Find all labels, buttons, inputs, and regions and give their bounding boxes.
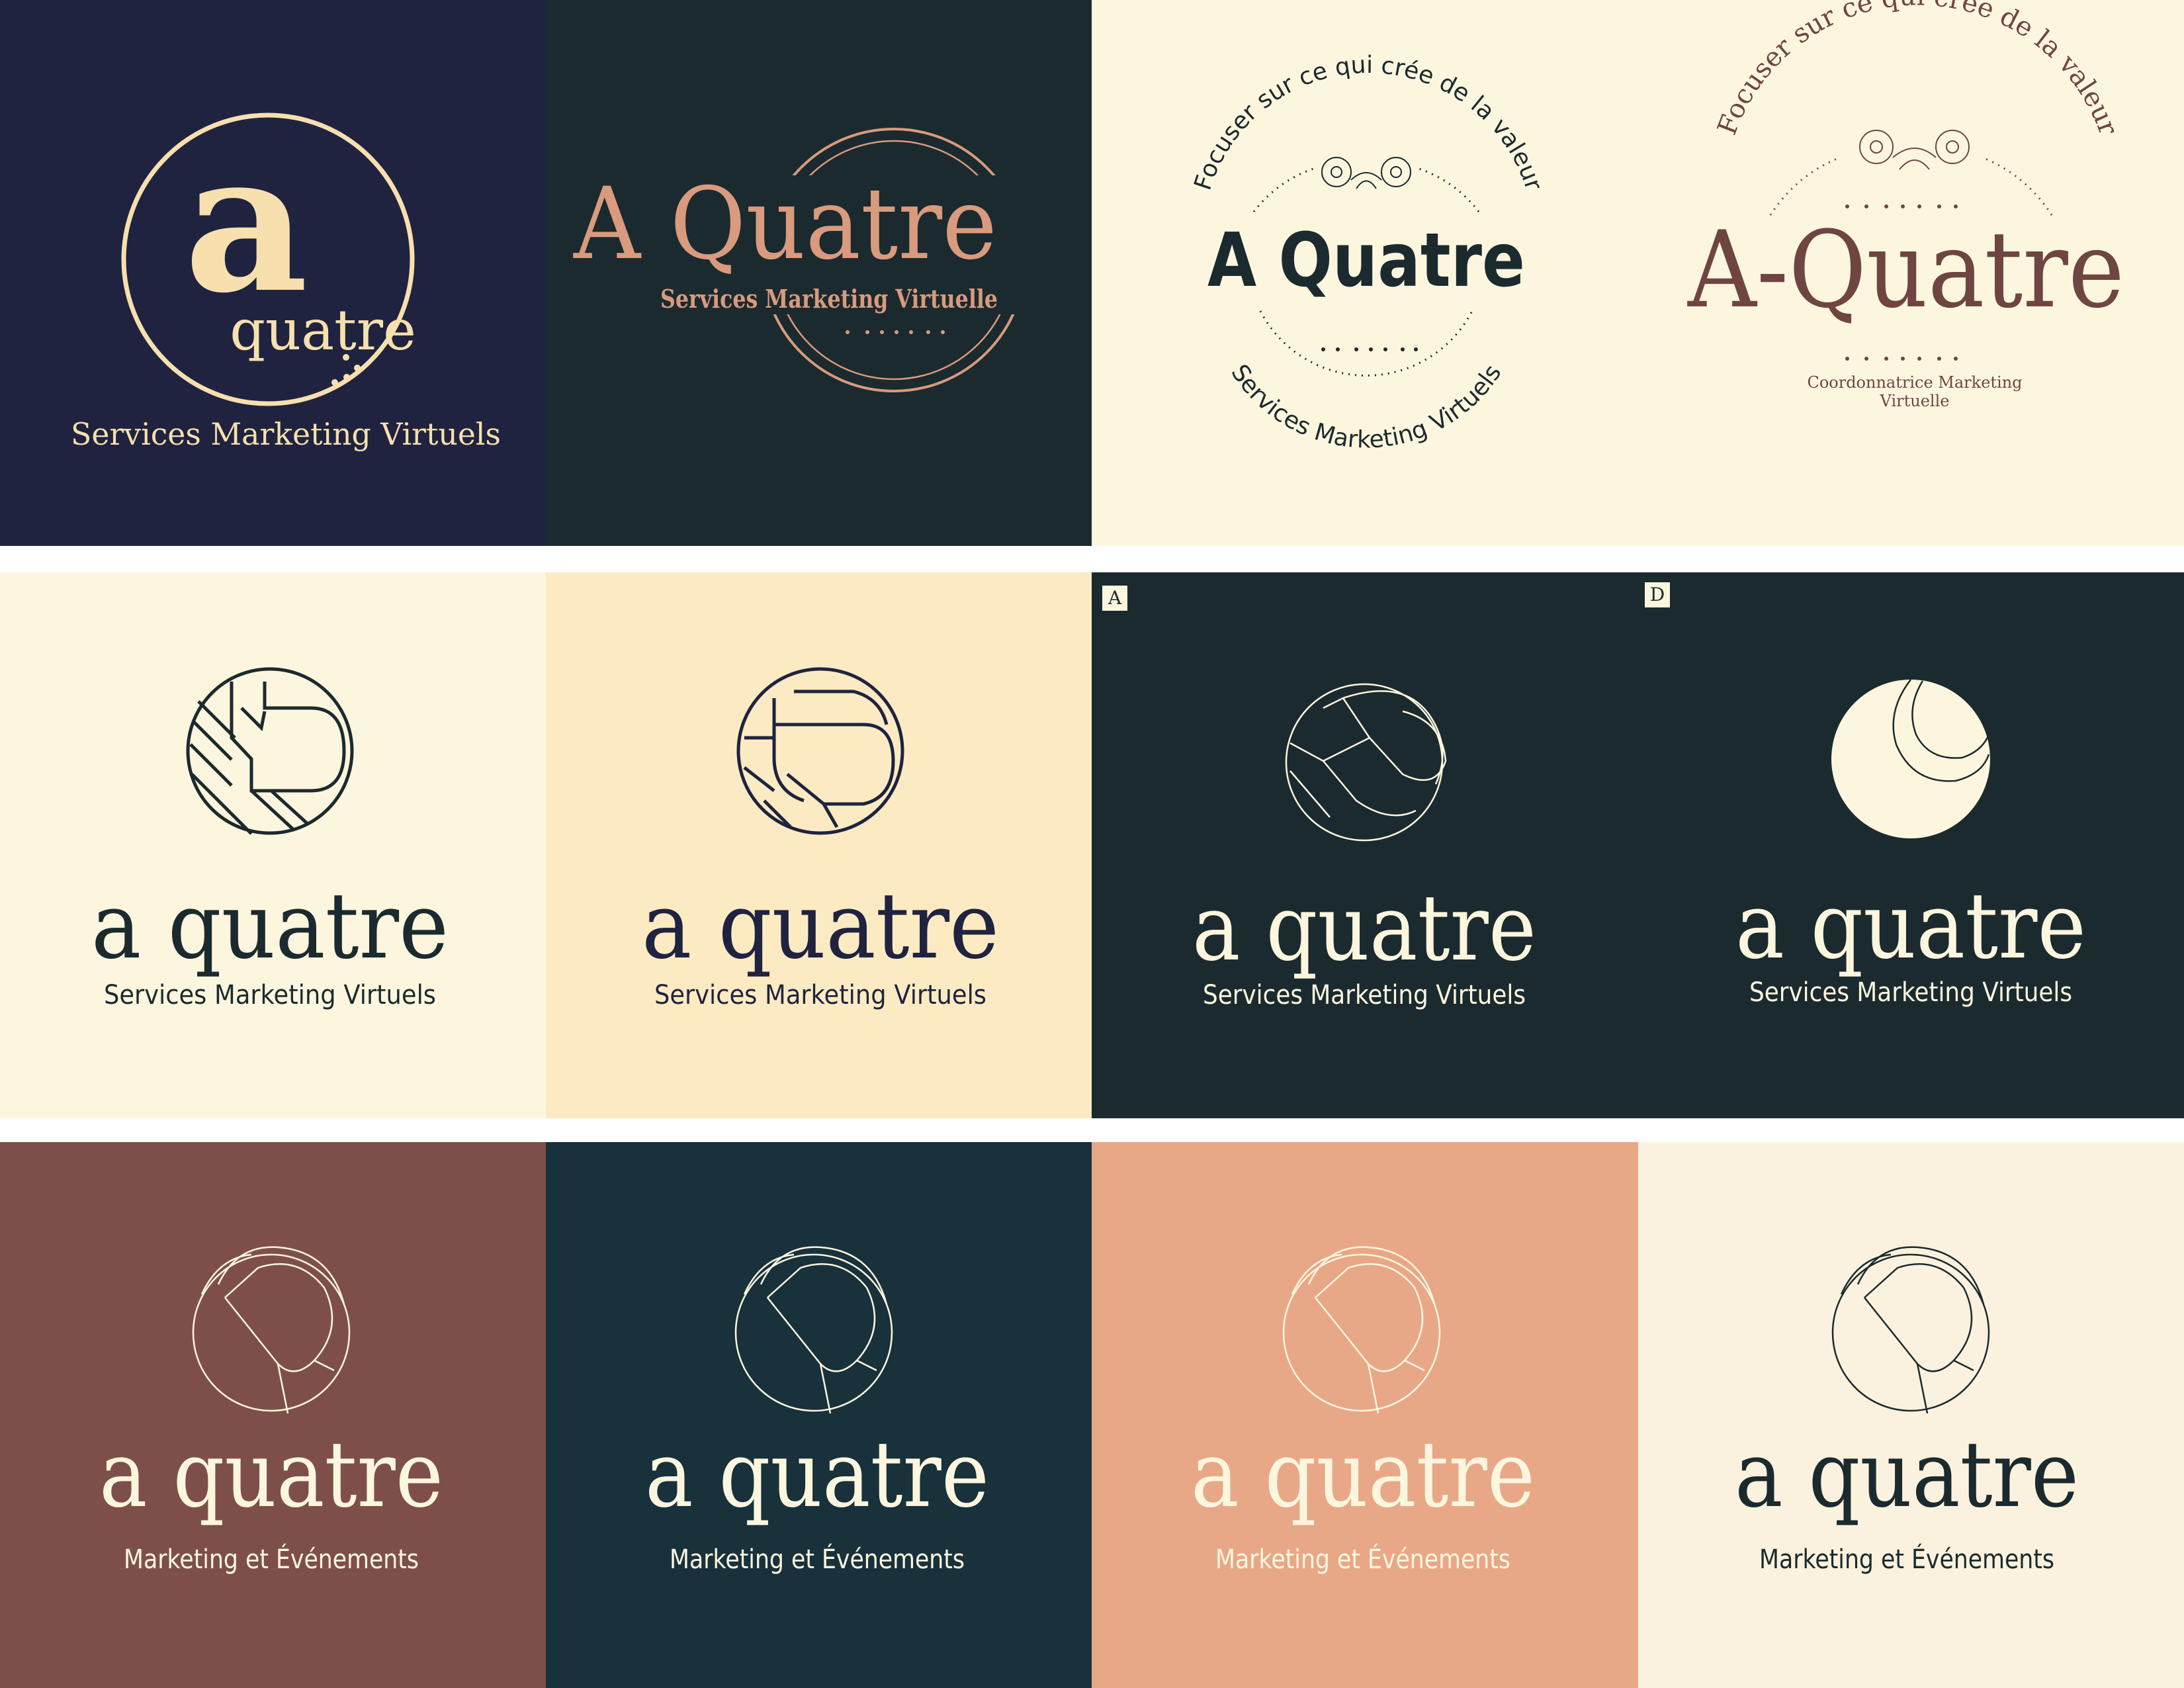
geometric-d-emblem: a quatre Services Marketing Virtuels [642,667,999,1010]
wordmark: a quatre [645,1421,989,1528]
wordmark: A-Quatre [1687,208,2124,332]
logo-tile-cream-a-quatre-brown: Focuser sur ce qui crée de la valeur A-Q… [1638,0,2184,546]
logo-tile-cream-badge: Focuser sur ce qui crée de la valeur Ser… [1092,0,1638,546]
logo-tile-teal-a-quatre-copper: A Quatre Services Marketing Virtuelle [546,0,1092,546]
tagline: Marketing et Événements [670,1543,965,1575]
tagline: Services Marketing Virtuels [654,980,986,1010]
geometric-d-icon [736,667,904,835]
ring-wordmark: A Quatre Services Marketing Virtuelle [546,128,1092,392]
daisy-flowers-icon [1321,157,1411,189]
quatre-word: quatre [230,298,416,363]
wordmark: a quatre [91,873,449,979]
tagline: Marketing et Événements [1215,1543,1510,1575]
logo-tile-butter-geometric: a quatre Services Marketing Virtuels [546,572,1092,1118]
geometric-d-emblem: a quatre Services Marketing Virtuels [91,667,449,1010]
drop-d-emblem: a quatre Marketing et Événements [1191,1246,1535,1575]
wordmark: a quatre [1735,873,2086,979]
moon-d-icon [1831,679,1990,838]
logo-tile-teal-solid-d: D a quatre Services Marketing Virtuels [1638,572,2184,1118]
arc-top-text: Focuser sur ce qui crée de la valeur [1712,0,2123,140]
tagline: Services Marketing Virtuels [1749,977,2072,1008]
circle-a-emblem: a quatre Services Marketing Virtuels [71,111,501,452]
outline-d-emblem: a quatre Services Marketing Virtuels [1192,683,1536,1010]
wordmark: a quatre [99,1421,443,1528]
wordmark: A Quatre [1207,218,1525,304]
tagline: Services Marketing Virtuels [104,980,436,1010]
wordmark: a quatre [1192,875,1536,981]
logo-tile-brown: a quatre Marketing et Événements [0,1142,546,1688]
geometric-d-icon [186,667,354,835]
outline-d-icon [1285,683,1447,842]
wordmark: a quatre [642,873,999,979]
tagline: Services Marketing Virtuels [1203,980,1526,1010]
drop-d-emblem: a quatre Marketing et Événements [645,1246,989,1575]
daisy-flowers-icon [1859,130,1970,170]
drop-d-icon [192,1246,351,1414]
logo-tile-teal-outline-a: A a quatre Services Marketing Virtuels [1092,572,1638,1118]
drop-d-icon [1831,1246,1990,1414]
tagline: Marketing et Événements [1759,1543,2054,1575]
logo-tile-navy-a-quatre: a quatre Services Marketing Virtuels [0,0,546,546]
solid-d-emblem: a quatre Services Marketing Virtuels [1735,679,2086,1008]
logo-tile-petrol: a quatre Marketing et Événements [546,1142,1092,1688]
tagline: Services Marketing Virtuels [71,416,501,452]
logo-tile-cream-geometric: a quatre Services Marketing Virtuels [0,572,546,1118]
drop-d-emblem: a quatre Marketing et Événements [99,1246,443,1575]
wordmark: a quatre [1191,1421,1535,1528]
drop-d-icon [1282,1246,1441,1414]
tagline: Marketing et Événements [124,1543,419,1575]
circular-badge: Focuser sur ce qui crée de la valeur Ser… [1190,52,1548,454]
drop-d-emblem: a quatre Marketing et Événements [1735,1246,2079,1575]
arched-wordmark: Focuser sur ce qui crée de la valeur A-Q… [1687,0,2124,410]
logo-tile-salmon: a quatre Marketing et Événements [1092,1142,1638,1688]
drop-d-icon [734,1246,893,1414]
logo-tile-cream-light: a quatre Marketing et Événements [1638,1142,2184,1688]
arc-bottom-text: Services Marketing Virtuels [1225,360,1507,454]
tagline: Services Marketing Virtuelle [660,284,998,314]
tagline-line-2: Virtuelle [1880,392,1950,410]
wordmark: A Quatre [573,167,997,282]
wordmark: a quatre [1735,1421,2079,1528]
tagline-line-1: Coordonnatrice Marketing [1807,373,2022,392]
